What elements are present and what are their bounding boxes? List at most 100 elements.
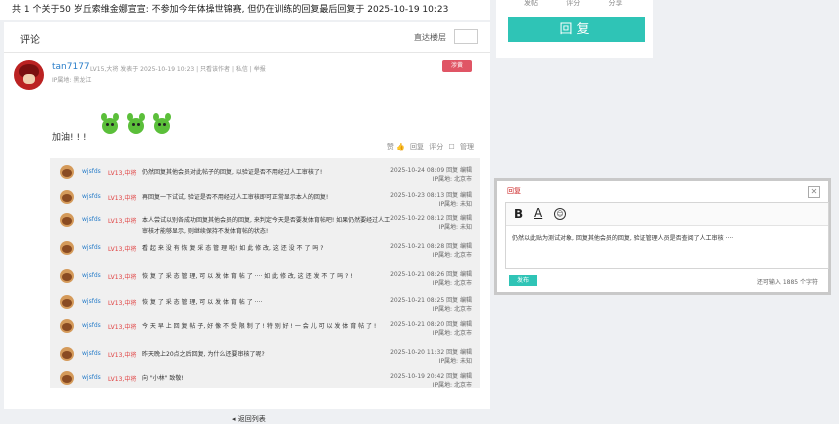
reply-text: 本人尝试以别各成功回复其他会员的回复, 来判定今天是否要发体育帖吧! 如果仍然要… bbox=[142, 217, 391, 235]
reply-ip: IP属地: 北京市 bbox=[432, 280, 472, 287]
comments-header: 评论 直达楼层 bbox=[4, 22, 490, 53]
reply-item: wjsfds LV13,中将 本人尝试以别各成功回复其他会员的回复, 来判定今天是否… bbox=[50, 210, 480, 235]
report-button[interactable]: 涉黄 bbox=[442, 60, 472, 72]
dialog-title: 回复 bbox=[507, 187, 521, 195]
avatar[interactable] bbox=[60, 269, 74, 283]
reply-text: 今 天 早 上 回 复 帖 子, 好 像 不 受 限 制 了 ! 特 别 好 !… bbox=[142, 323, 377, 330]
reply-date-actions[interactable]: 2025-10-21 08:28 回复 编辑 bbox=[390, 242, 472, 251]
frog-emoji-icon bbox=[100, 112, 120, 136]
reply-item: wjsfds LV13,中将恢 复 了 采 态 管 理, 可 以 发 体 育 帖 … bbox=[50, 292, 480, 317]
reply-ip: IP属地: 北京市 bbox=[432, 382, 472, 389]
reply-ip: IP属地: 北京市 bbox=[432, 176, 472, 183]
reply-username[interactable]: wjsfds bbox=[82, 168, 101, 175]
reply-username[interactable]: wjsfds bbox=[82, 298, 101, 305]
reply-meta: 2025-10-20 11:32 回复 编辑 IP属地: 未知 bbox=[390, 348, 472, 366]
avatar[interactable] bbox=[60, 241, 74, 255]
reply-list: wjsfds LV13,中将 仍然回复其他会员对此帖子的回复, 以验证是否不用经过人… bbox=[50, 158, 480, 389]
reply-username[interactable]: wjsfds bbox=[82, 322, 101, 329]
reply-meta: 2025-10-19 20:42 回复 编辑 IP属地: 北京市 bbox=[390, 372, 472, 390]
reply-ip: IP属地: 未知 bbox=[438, 224, 472, 231]
reply-meta: 2025-10-22 08:12 回复 编辑 IP属地: 未知 bbox=[390, 214, 472, 232]
back-to-list-link[interactable]: ◂ 返回列表 bbox=[232, 414, 266, 424]
reply-item: wjsfds LV13,中将今 天 早 上 回 复 帖 子, 好 像 不 受 限 … bbox=[50, 316, 480, 341]
reply-meta: 2025-10-21 08:26 回复 编辑 IP属地: 北京市 bbox=[390, 270, 472, 288]
reply-meta: 2025-10-24 08:09 回复 编辑 IP属地: 北京市 bbox=[390, 166, 472, 184]
reply-level: LV13,中将 bbox=[108, 352, 137, 359]
reply-editor[interactable]: B A ☺ 仍然以此贴为测试对象, 回复其他会员的回复, 验证管理人员是否查阅了… bbox=[505, 202, 829, 269]
reply-level: LV13,中将 bbox=[108, 195, 137, 202]
reply-username[interactable]: wjsfds bbox=[82, 374, 101, 381]
reply-date-actions[interactable]: 2025-10-22 08:12 回复 编辑 bbox=[390, 214, 472, 223]
author-name[interactable]: tan7177 bbox=[52, 62, 90, 72]
frog-emoji-icon bbox=[126, 112, 146, 136]
score-link[interactable]: 评分 bbox=[429, 143, 443, 151]
font-color-icon[interactable]: A bbox=[534, 206, 542, 220]
post-text: 加油! ! ! bbox=[52, 133, 87, 143]
avatar[interactable] bbox=[14, 60, 44, 90]
author-meta: LV15,大将 发表于 2025-10-19 10:23 | 只看该作者 | 私… bbox=[90, 66, 266, 73]
reply-ip: IP属地: 北京市 bbox=[432, 252, 472, 259]
reply-item: wjsfds LV13,中将恢 复 了 采 态 管 理, 可 以 发 体 育 帖 … bbox=[50, 266, 480, 291]
reply-date-actions[interactable]: 2025-10-23 08:13 回复 编辑 bbox=[390, 191, 472, 200]
thread-summary-bar: 共 1 个关于50 岁丘索维金娜宣宣: 不参加今年体操世锦赛, 但仍在训练的回复… bbox=[0, 0, 490, 20]
reply-item: wjsfds LV13,中将 再回复一下试试, 验证是否不用经过人工审核即可正常显示… bbox=[50, 187, 480, 212]
reply-date-actions[interactable]: 2025-10-21 08:25 回复 编辑 bbox=[390, 296, 472, 305]
reply-date-actions[interactable]: 2025-10-21 08:26 回复 编辑 bbox=[390, 270, 472, 279]
reply-username[interactable]: wjsfds bbox=[82, 193, 101, 200]
select-checkbox[interactable]: ☐ bbox=[448, 143, 454, 151]
reply-item: wjsfds LV13,中将看 起 来 没 有 恢 复 采 态 管 理 啦! 如 … bbox=[50, 238, 480, 263]
avatar[interactable] bbox=[60, 295, 74, 309]
reply-ip: IP属地: 未知 bbox=[438, 358, 472, 365]
reply-item: wjsfds LV13,中将 仍然回复其他会员对此帖子的回复, 以验证是否不用经过人… bbox=[50, 162, 480, 187]
like-button[interactable]: 赞 👍 bbox=[387, 143, 405, 151]
reply-username[interactable]: wjsfds bbox=[82, 244, 101, 251]
editor-toolbar: B A ☺ bbox=[506, 203, 828, 226]
ip-location: IP属地: 黑龙江 bbox=[52, 77, 92, 84]
reply-meta: 2025-10-21 08:20 回复 编辑 IP属地: 北京市 bbox=[390, 320, 472, 338]
post-actions: 赞 👍 回复 评分 ☐ 管理 bbox=[384, 142, 474, 152]
reply-date-actions[interactable]: 2025-10-21 08:20 回复 编辑 bbox=[390, 320, 472, 329]
reply-link[interactable]: 回复 bbox=[410, 143, 424, 151]
reply-date-actions[interactable]: 2025-10-20 11:32 回复 编辑 bbox=[390, 348, 472, 357]
char-counter: 还可输入 1885 个字符 bbox=[756, 279, 818, 286]
editor-content[interactable]: 仍然以此贴为测试对象, 回复其他会员的回复, 验证管理人员是否查阅了人工审核 ·… bbox=[512, 233, 733, 242]
reply-ip: IP属地: 北京市 bbox=[432, 330, 472, 337]
reply-text: 仍然回复其他会员对此帖子的回复, 以验证是否不用经过人工审核了! bbox=[142, 169, 323, 176]
reply-level: LV13,中将 bbox=[108, 170, 137, 177]
reply-dialog: 回复 ✕ B A ☺ 仍然以此贴为测试对象, 回复其他会员的回复, 验证管理人员… bbox=[494, 178, 831, 295]
bold-icon[interactable]: B bbox=[514, 207, 523, 221]
reply-meta: 2025-10-21 08:28 回复 编辑 IP属地: 北京市 bbox=[390, 242, 472, 260]
avatar[interactable] bbox=[60, 347, 74, 361]
reply-level: LV13,中将 bbox=[108, 324, 137, 331]
avatar[interactable] bbox=[60, 213, 74, 227]
reply-level: LV13,中将 bbox=[108, 274, 137, 281]
avatar[interactable] bbox=[60, 165, 74, 179]
close-icon[interactable]: ✕ bbox=[808, 186, 820, 198]
reply-date-actions[interactable]: 2025-10-24 08:09 回复 编辑 bbox=[390, 166, 472, 175]
comments-panel: 评论 直达楼层 tan7177 LV15,大将 发表于 2025-10-19 1… bbox=[4, 22, 490, 423]
main-post: tan7177 LV15,大将 发表于 2025-10-19 10:23 | 只… bbox=[4, 54, 490, 154]
reply-text: 再回复一下试试, 验证是否不用经过人工审核即可正常显示本人的回复! bbox=[142, 194, 329, 201]
side-action-labels: 发帖 评分 分享 bbox=[524, 0, 623, 7]
frog-emoji-icon bbox=[152, 112, 172, 136]
reply-username[interactable]: wjsfds bbox=[82, 272, 101, 279]
reply-text: 昨天晚上20点之后回复, 为什么还要审核了呢? bbox=[142, 351, 265, 358]
jump-to-floor-input[interactable] bbox=[454, 29, 478, 44]
avatar[interactable] bbox=[60, 371, 74, 385]
emoji-icon[interactable]: ☺ bbox=[554, 208, 566, 220]
jump-to-floor-label: 直达楼层 bbox=[414, 33, 446, 42]
publish-button[interactable]: 发布 bbox=[509, 275, 537, 286]
manage-link[interactable]: 管理 bbox=[460, 143, 474, 151]
reply-ip: IP属地: 北京市 bbox=[432, 306, 472, 313]
reply-level: LV13,中将 bbox=[108, 376, 137, 383]
reply-ip: IP属地: 未知 bbox=[438, 201, 472, 208]
reply-username[interactable]: wjsfds bbox=[82, 350, 101, 357]
reply-date-actions[interactable]: 2025-10-19 20:42 回复 编辑 bbox=[390, 372, 472, 381]
avatar[interactable] bbox=[60, 319, 74, 333]
reply-item: wjsfds LV13,中将向 "小林" 致敬! 2025-10-19 20:42 … bbox=[50, 368, 480, 393]
reply-text: 恢 复 了 采 态 管 理, 可 以 发 体 育 帖 了 ···· 如 此 修 … bbox=[142, 273, 353, 280]
side-action-panel: 发帖 评分 分享 回复 bbox=[496, 0, 653, 58]
reply-username[interactable]: wjsfds bbox=[82, 216, 101, 223]
reply-button[interactable]: 回复 bbox=[508, 17, 645, 42]
avatar[interactable] bbox=[60, 190, 74, 204]
